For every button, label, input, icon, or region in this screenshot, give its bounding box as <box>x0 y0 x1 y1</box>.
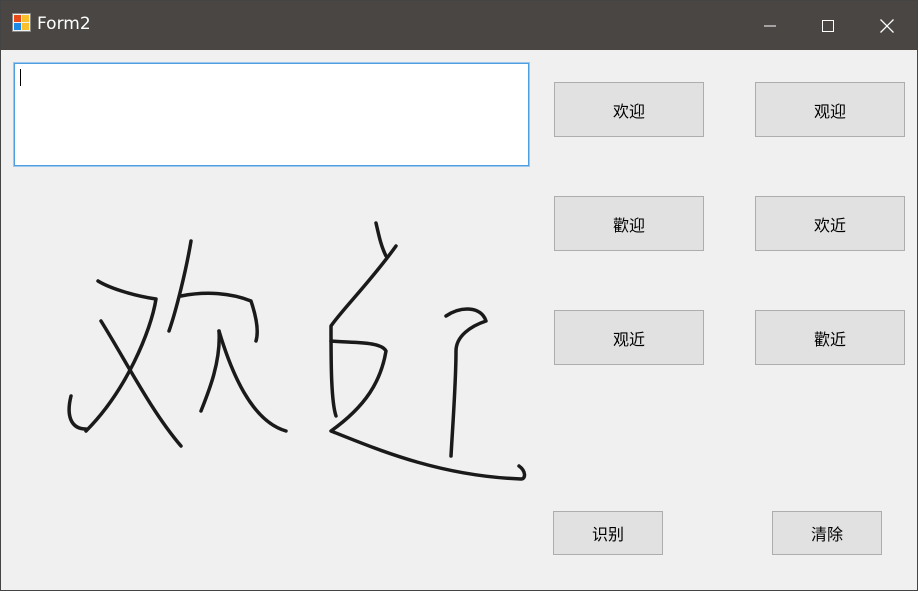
text-caret <box>20 69 21 86</box>
stroke <box>99 319 183 448</box>
stroke <box>329 339 527 481</box>
stroke <box>199 329 221 413</box>
candidate-button-3[interactable]: 歡迎 <box>554 196 704 251</box>
stroke <box>67 394 88 431</box>
handwriting-canvas[interactable] <box>41 201 541 501</box>
maximize-button[interactable] <box>800 1 856 50</box>
title-bar[interactable]: Form2 <box>1 1 917 50</box>
result-textbox[interactable] <box>13 62 530 167</box>
minimize-icon <box>764 25 776 26</box>
maximize-icon <box>822 19 834 32</box>
recognize-button[interactable]: 识别 <box>553 511 663 555</box>
candidate-button-5[interactable]: 观近 <box>554 310 704 365</box>
stroke <box>444 307 488 458</box>
clear-button[interactable]: 清除 <box>772 511 882 555</box>
stroke <box>167 239 193 333</box>
stroke <box>329 244 398 418</box>
window-title: Form2 <box>37 14 91 34</box>
close-button[interactable] <box>859 1 915 50</box>
candidate-button-4[interactable]: 欢近 <box>755 196 905 251</box>
stroke <box>374 221 388 258</box>
form-app-icon <box>12 13 31 32</box>
form2-window: Form2 欢迎 观迎 歡迎 欢近 观近 歡近 识别 清除 <box>0 0 918 591</box>
candidate-button-1[interactable]: 欢迎 <box>554 82 704 137</box>
stroke <box>217 329 288 433</box>
candidate-button-6[interactable]: 歡近 <box>755 310 905 365</box>
close-icon <box>880 18 894 33</box>
candidate-button-2[interactable]: 观迎 <box>755 82 905 137</box>
minimize-button[interactable] <box>742 1 798 50</box>
